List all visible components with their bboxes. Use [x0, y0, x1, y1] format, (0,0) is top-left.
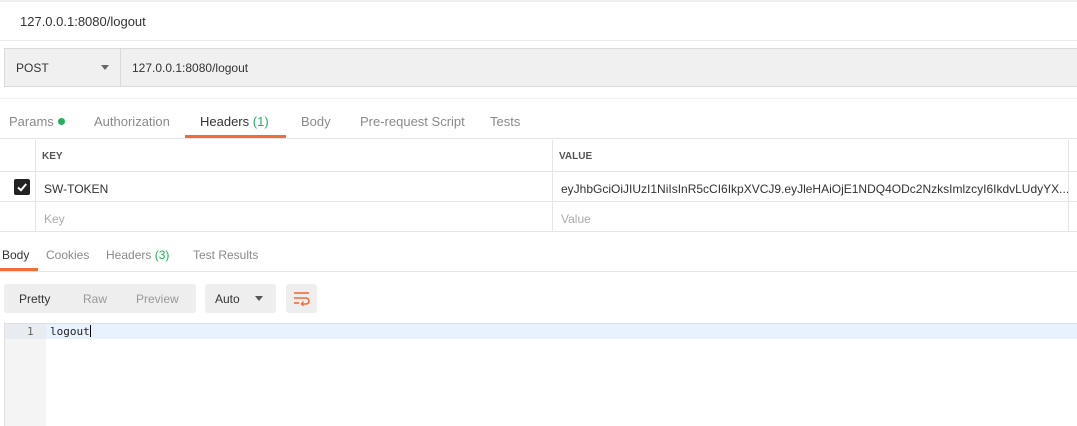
tab-response-body[interactable]: Body: [2, 248, 29, 262]
raw-button[interactable]: Raw: [83, 292, 107, 306]
url-input[interactable]: 127.0.0.1:8080/logout: [132, 61, 248, 75]
response-body-text: logout: [50, 325, 91, 338]
tab-response-headers[interactable]: Headers (3): [106, 248, 169, 262]
response-active-tab-indicator: [0, 268, 38, 271]
tab-authorization[interactable]: Authorization: [94, 114, 170, 129]
new-row-checkbox-cell: [0, 202, 36, 232]
pretty-button[interactable]: Pretty: [19, 292, 50, 306]
active-tab-indicator: [185, 135, 286, 138]
column-header-extra: [1069, 140, 1077, 172]
text-cursor: [89, 325, 91, 337]
checkbox-checked-icon[interactable]: [14, 179, 30, 195]
chevron-down-icon: [255, 296, 263, 301]
header-value-cell[interactable]: eyJhbGciOiJIUzI1NiIsInR5cCI6IkpXVCJ9.eyJ…: [553, 172, 1069, 202]
wrap-lines-button[interactable]: [286, 284, 317, 313]
wrap-lines-icon: [294, 292, 310, 306]
column-header-value: VALUE: [553, 140, 1069, 172]
table-row-checkbox-cell: [0, 172, 36, 202]
tab-params-label: Params: [9, 114, 54, 129]
request-tabs: Params Authorization Headers (1) Body Pr…: [0, 98, 1077, 139]
new-value-input[interactable]: Value: [553, 202, 1069, 232]
tab-response-headers-count: (3): [154, 248, 170, 262]
header-key-cell[interactable]: SW-TOKEN: [36, 172, 553, 202]
tab-body[interactable]: Body: [301, 114, 331, 129]
tab-tests[interactable]: Tests: [490, 114, 520, 129]
tab-params[interactable]: Params: [9, 114, 65, 129]
status-dot-icon: [57, 118, 65, 126]
tab-headers-count: (1): [252, 114, 269, 129]
tab-headers-label: Headers: [200, 114, 250, 129]
method-label: POST: [16, 61, 49, 75]
format-dropdown[interactable]: Auto: [205, 284, 276, 313]
new-row-extra-cell: [1069, 202, 1077, 232]
header-checkbox-col: [0, 140, 36, 172]
top-divider: [0, 0, 1077, 2]
headers-table: KEY VALUE SW-TOKEN eyJhbGciOiJIUzI1NiIsI…: [0, 140, 1077, 232]
view-mode-selector: Pretty Raw Preview: [4, 284, 196, 313]
format-label: Auto: [215, 292, 240, 306]
chevron-down-icon: [101, 65, 109, 70]
line-number: 1: [27, 325, 34, 338]
tab-test-results[interactable]: Test Results: [193, 248, 258, 262]
active-line-highlight: [46, 324, 1077, 339]
column-header-key: KEY: [36, 140, 553, 172]
response-body-content: logout: [50, 325, 90, 338]
preview-button[interactable]: Preview: [136, 292, 179, 306]
tab-response-headers-label: Headers: [106, 248, 152, 262]
postman-request-window: 127.0.0.1:8080/logout POST 127.0.0.1:808…: [0, 0, 1077, 426]
method-dropdown[interactable]: POST: [5, 49, 121, 86]
new-key-input[interactable]: Key: [36, 202, 553, 232]
response-body-editor[interactable]: 1 logout: [4, 323, 1077, 426]
url-bar: POST 127.0.0.1:8080/logout: [4, 48, 1077, 87]
gutter-active-line: [5, 324, 46, 339]
tab-prerequest-script[interactable]: Pre-request Script: [360, 114, 465, 129]
tab-cookies[interactable]: Cookies: [46, 248, 89, 262]
response-tabs: Body Cookies Headers (3) Test Results: [0, 236, 1077, 272]
request-tab-title[interactable]: 127.0.0.1:8080/logout: [20, 14, 146, 29]
row-extra-cell: [1069, 172, 1077, 202]
tab-headers[interactable]: Headers (1): [200, 114, 269, 129]
title-divider: [0, 40, 1077, 41]
line-number-gutter: [5, 324, 46, 426]
